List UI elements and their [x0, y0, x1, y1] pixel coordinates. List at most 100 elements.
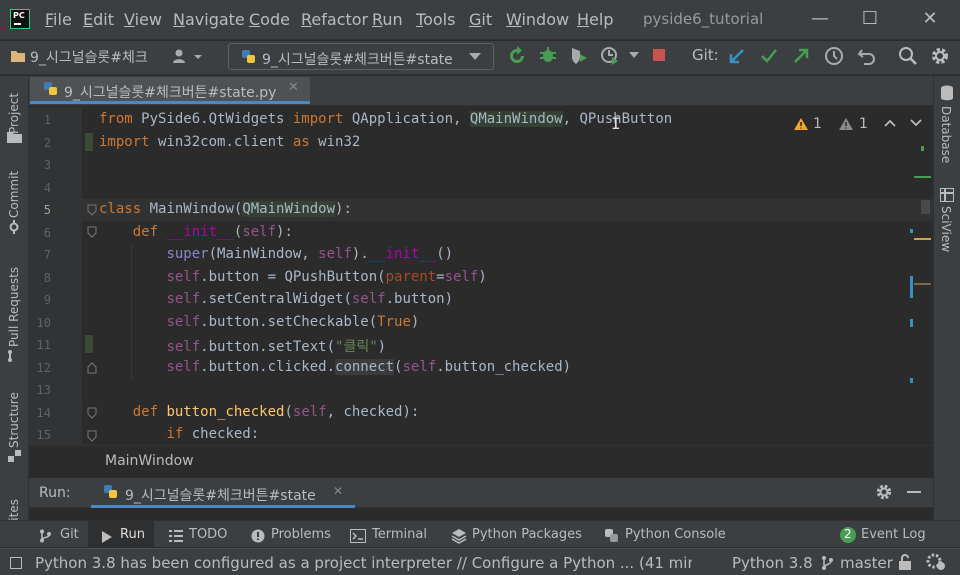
- terminal-tool-button[interactable]: Terminal: [372, 527, 427, 542]
- minimize-button[interactable]: —: [805, 8, 835, 29]
- push-icon[interactable]: [792, 47, 810, 65]
- fold-marker-icon[interactable]: [87, 204, 97, 216]
- rollback-icon[interactable]: [857, 46, 877, 66]
- more-run-options-chevron-icon[interactable]: [629, 52, 641, 60]
- run-tab-underline: [91, 505, 355, 508]
- line-number: 5: [43, 203, 51, 217]
- git-tool-button[interactable]: Git: [60, 527, 79, 542]
- line-number: 14: [36, 406, 51, 420]
- code-line-8: self.button = QPushButton(parent=self): [166, 269, 487, 285]
- problems-tool-button[interactable]: Problems: [271, 527, 331, 542]
- project-breadcrumb[interactable]: 9_시그널슬롯#체크: [30, 47, 148, 67]
- scroll-marker: [914, 283, 931, 285]
- fold-marker-icon[interactable]: [87, 362, 97, 374]
- menu-window[interactable]: Window: [506, 10, 569, 29]
- line-number: 11: [36, 338, 51, 352]
- project-tool-tab[interactable]: Project: [7, 84, 21, 134]
- previous-highlight-chevron-up-icon[interactable]: [884, 119, 896, 127]
- close-window-button[interactable]: ✕: [915, 8, 945, 29]
- breadcrumb-class[interactable]: MainWindow: [105, 453, 194, 469]
- settings-gear-icon[interactable]: [930, 46, 950, 66]
- menu-file[interactable]: File: [45, 10, 72, 29]
- scroll-marker: [910, 319, 913, 327]
- fold-marker-icon[interactable]: [87, 430, 97, 442]
- line-number: 4: [43, 181, 51, 195]
- line-number: 3: [43, 158, 51, 172]
- commit-check-icon[interactable]: [760, 47, 778, 65]
- weak-warning-count[interactable]: 1: [859, 116, 868, 132]
- inspection-profile-icon[interactable]: [926, 553, 946, 571]
- unlock-icon[interactable]: [898, 554, 912, 570]
- menu-code[interactable]: Code: [249, 10, 290, 29]
- run-configuration-select[interactable]: 9_시그널슬롯#체크버튼#state: [228, 43, 494, 70]
- warning-count[interactable]: 1: [813, 116, 822, 132]
- close-tab-icon[interactable]: ✕: [288, 80, 299, 95]
- event-log-badge: 2: [840, 527, 856, 543]
- pycharm-logo-icon: PC: [10, 9, 30, 29]
- vcs-added-marker: [85, 133, 93, 151]
- menu-run[interactable]: Run: [372, 10, 403, 29]
- scroll-marker: [910, 378, 913, 383]
- user-dropdown-icon[interactable]: [172, 48, 204, 64]
- run-with-coverage-icon[interactable]: [569, 46, 589, 66]
- todo-tool-button[interactable]: TODO: [189, 527, 227, 542]
- fold-marker-icon[interactable]: [87, 407, 97, 419]
- menu-help[interactable]: Help: [577, 10, 613, 29]
- scroll-marker: [914, 238, 931, 240]
- hide-panel-icon[interactable]: [907, 491, 921, 493]
- run-icon: [102, 531, 112, 543]
- settings-gear-icon[interactable]: [875, 483, 893, 501]
- commit-icon: [9, 220, 19, 234]
- menu-edit[interactable]: Edit: [83, 10, 114, 29]
- git-branch-icon: [822, 556, 833, 570]
- toggle-tool-windows-icon[interactable]: [10, 557, 22, 569]
- menu-git[interactable]: Git: [469, 10, 492, 29]
- code-line-15: if checked:: [166, 426, 260, 442]
- history-clock-icon[interactable]: [824, 46, 844, 66]
- rerun-icon[interactable]: [507, 46, 527, 66]
- profile-icon[interactable]: [600, 46, 620, 66]
- python-file-icon: [104, 485, 117, 498]
- python-console-tool-button[interactable]: Python Console: [625, 527, 726, 542]
- run-tool-button[interactable]: Run: [120, 527, 145, 542]
- run-tab-label[interactable]: 9_시그널슬롯#체크버튼#state: [125, 485, 316, 505]
- python-console-icon: [605, 529, 618, 542]
- menu-refactor[interactable]: Refactor: [301, 10, 368, 29]
- database-icon: [941, 85, 953, 101]
- python-packages-tool-button[interactable]: Python Packages: [472, 527, 582, 542]
- git-branch-selector[interactable]: master: [840, 554, 893, 572]
- update-project-icon[interactable]: [728, 47, 746, 65]
- commit-tool-tab[interactable]: Commit: [7, 168, 21, 218]
- line-number: 8: [43, 271, 51, 285]
- event-log-tool-button[interactable]: Event Log: [861, 527, 926, 542]
- stop-icon[interactable]: [652, 48, 666, 62]
- next-highlight-chevron-down-icon[interactable]: [910, 119, 922, 127]
- debug-icon[interactable]: [538, 45, 558, 65]
- menu-navigate[interactable]: Navigate: [173, 10, 245, 29]
- close-run-tab-icon[interactable]: ✕: [333, 484, 343, 498]
- weak-warning-icon: [839, 118, 853, 130]
- status-message[interactable]: Python 3.8 has been configured as a proj…: [35, 554, 692, 572]
- scrollbar-thumb[interactable]: [921, 200, 930, 214]
- scroll-marker: [910, 276, 913, 298]
- run-console[interactable]: [29, 509, 933, 520]
- editor-tab-active[interactable]: 9_시그널슬롯#체크버튼#state.py ✕: [30, 77, 310, 104]
- search-icon[interactable]: [898, 46, 918, 66]
- menu-tools[interactable]: Tools: [416, 10, 455, 29]
- pull-request-icon: [8, 350, 12, 362]
- interpreter-selector[interactable]: Python 3.8: [732, 554, 813, 572]
- sciview-tool-tab[interactable]: SciView: [939, 206, 953, 256]
- code-line-2: import win32com.client as win32: [99, 134, 361, 150]
- maximize-button[interactable]: ☐: [855, 8, 885, 29]
- structure-tool-tab[interactable]: Structure: [7, 386, 21, 448]
- code-line-10: self.button.setCheckable(True): [166, 314, 420, 330]
- run-tool-window-header: Run: 9_시그널슬롯#체크버튼#state ✕: [29, 478, 933, 508]
- code-line-1: from PySide6.QtWidgets import QApplicati…: [99, 111, 673, 127]
- window-title: pyside6_tutorial: [643, 10, 764, 28]
- line-number: 2: [43, 136, 51, 150]
- database-tool-tab[interactable]: Database: [939, 106, 953, 166]
- menu-view[interactable]: View: [124, 10, 162, 29]
- pull-requests-tool-tab[interactable]: Pull Requests: [7, 262, 21, 347]
- fold-marker-icon[interactable]: [87, 226, 97, 238]
- run-configuration-label: 9_시그널슬롯#체크버튼#state: [262, 52, 453, 68]
